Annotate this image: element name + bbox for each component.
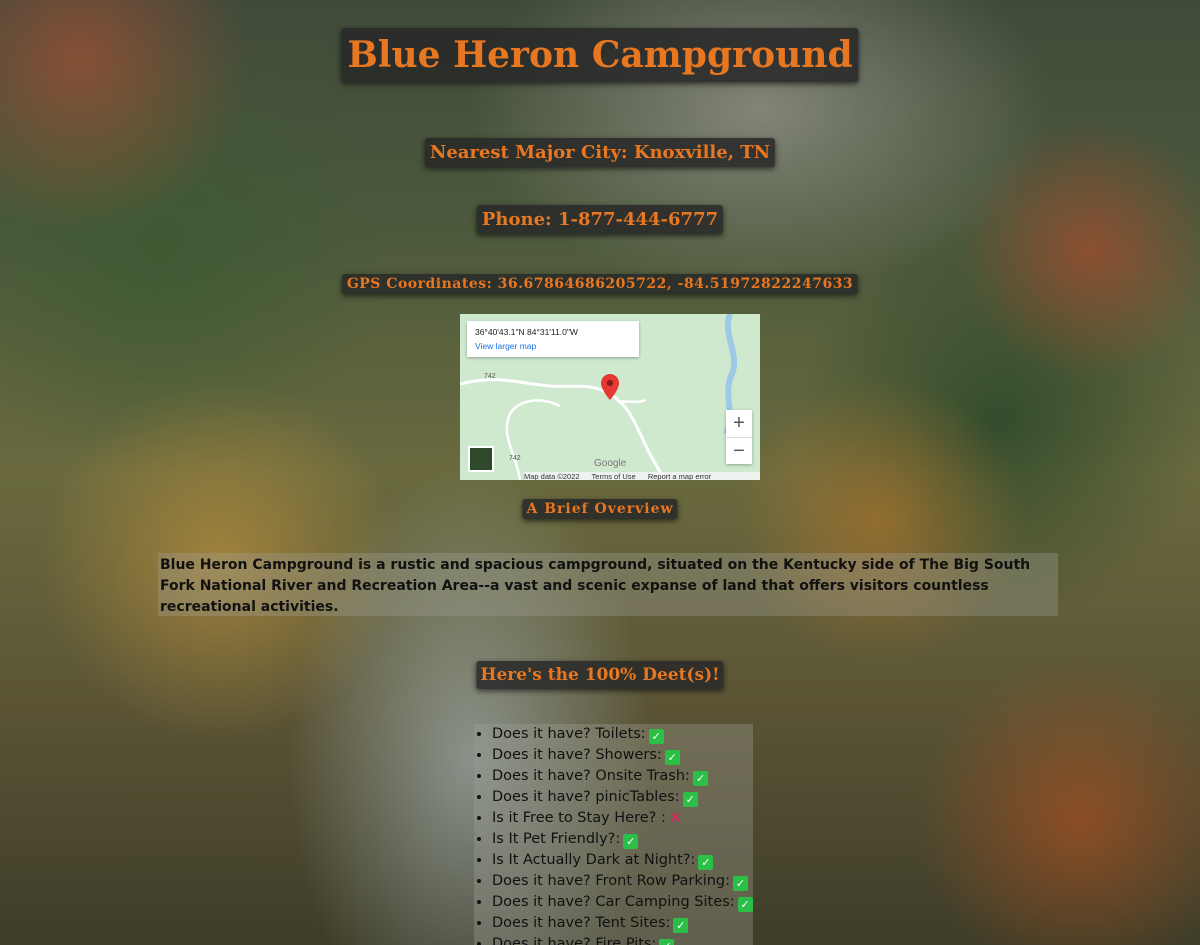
zoom-in-button[interactable]: + (726, 410, 752, 437)
terms-link[interactable]: Terms of Use (592, 472, 636, 480)
check-icon: ✓ (692, 771, 708, 786)
list-item: Does it have? Fire Pits:✓ (492, 934, 753, 945)
google-logo: Google (594, 458, 627, 469)
list-item: Is it Free to Stay Here? :✕ (492, 808, 753, 829)
check-icon: ✓ (733, 876, 749, 891)
view-larger-map-link[interactable]: View larger map (475, 341, 536, 351)
overview-paragraph: Blue Heron Campground is a rustic and sp… (158, 553, 1058, 616)
page-title: Blue Heron Campground (341, 28, 859, 82)
cross-icon: ✕ (668, 808, 683, 827)
nearest-city-heading: Nearest Major City: Knoxville, TN (424, 138, 776, 167)
amenities-list: Does it have? Toilets:✓ Does it have? Sh… (474, 724, 753, 945)
map-info-card: 36°40'43.1"N 84°31'11.0"W View larger ma… (467, 321, 639, 357)
check-icon: ✓ (673, 918, 689, 933)
list-item: Does it have? Showers:✓ (492, 745, 753, 766)
list-item: Does it have? pinicTables:✓ (492, 787, 753, 808)
list-item: Is It Actually Dark at Night?:✓ (492, 850, 753, 871)
list-item: Does it have? Toilets:✓ (492, 724, 753, 745)
list-item: Does it have? Tent Sites:✓ (492, 913, 753, 934)
check-icon: ✓ (664, 750, 680, 765)
embedded-map[interactable]: 742 742 36°40'43.1"N 84°31'11.0"W View l… (460, 314, 760, 480)
map-coordinate-label: 36°40'43.1"N 84°31'11.0"W (475, 327, 578, 337)
map-footer: Map data ©2022 Terms of Use Report a map… (524, 472, 760, 480)
zoom-controls: + − (726, 410, 752, 464)
check-icon: ✓ (648, 729, 664, 744)
overview-heading: A Brief Overview (522, 499, 678, 519)
phone-heading: Phone: 1-877-444-6777 (476, 205, 724, 234)
road-label: 742 (484, 373, 496, 380)
map-pin-icon[interactable] (601, 374, 619, 400)
road-label: 742 (509, 455, 521, 462)
check-icon: ✓ (659, 939, 675, 945)
check-icon: ✓ (698, 855, 714, 870)
map-data-text: Map data ©2022 (524, 472, 580, 480)
list-item: Does it have? Car Camping Sites:✓ (492, 892, 753, 913)
report-error-link[interactable]: Report a map error (648, 472, 711, 480)
list-item: Does it have? Onsite Trash:✓ (492, 766, 753, 787)
list-item: Is It Pet Friendly?:✓ (492, 829, 753, 850)
list-item: Does it have? Front Row Parking:✓ (492, 871, 753, 892)
check-icon: ✓ (682, 792, 698, 807)
check-icon: ✓ (623, 834, 639, 849)
zoom-out-button[interactable]: − (726, 437, 752, 465)
gps-heading: GPS Coordinates: 36.67864686205722, -84.… (341, 274, 859, 294)
check-icon: ✓ (737, 897, 753, 912)
satellite-toggle[interactable] (468, 446, 494, 472)
details-heading: Here's the 100% Deet(s)! (476, 661, 724, 689)
